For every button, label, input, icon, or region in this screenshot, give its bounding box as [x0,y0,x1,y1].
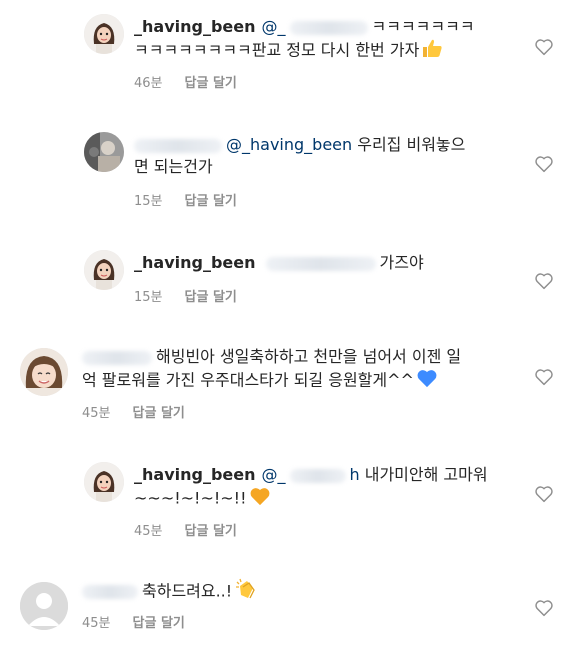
thumbs-up-icon [421,38,443,64]
reply-button[interactable]: 답글 달기 [185,524,237,539]
comment-text: 축하드려요..! [82,578,258,606]
comment-meta: 45분 답글 달기 [82,612,185,631]
reply-button[interactable]: 답글 달기 [185,76,237,91]
username[interactable]: _having_been [134,253,256,272]
username[interactable]: _having_been [134,465,256,484]
timestamp: 15분 [134,290,163,305]
comment-meta: 45분 답글 달기 [134,520,237,539]
redacted-username [82,585,138,599]
mention[interactable]: @_ [262,465,286,484]
redacted-text [265,256,376,271]
comment-meta: 15분 답글 달기 [134,190,237,209]
timestamp: 45분 [82,406,111,421]
comment-text: _having_been 가즈야 [134,253,424,272]
timestamp: 15분 [134,194,163,209]
heart-icon[interactable] [534,155,554,173]
avatar[interactable] [20,582,68,630]
reply-button[interactable]: 답글 달기 [133,616,185,631]
heart-icon[interactable] [534,599,554,617]
avatar[interactable] [84,14,124,54]
clapping-hands-icon [234,578,258,606]
mention[interactable]: @_having_been [226,135,352,154]
reply-button[interactable]: 답글 달기 [133,406,185,421]
comment-meta: 45분 답글 달기 [82,402,185,421]
avatar[interactable] [20,348,68,396]
reply-button[interactable]: 답글 달기 [185,290,237,305]
redacted-username [82,350,152,365]
blue-heart-icon [416,368,438,394]
avatar[interactable] [84,250,124,290]
comment-text: @_having_been 우리집 비워놓으 면 되는건가 [134,135,466,176]
comment-meta: 15분 답글 달기 [134,286,237,305]
orange-heart-icon [249,486,271,512]
heart-icon[interactable] [534,38,554,56]
redacted-text [289,20,368,35]
comment-text: _having_been @_ h 내가미안해 고마워 ~~~!~!~!~!! [134,464,488,512]
heart-icon[interactable] [534,272,554,290]
timestamp: 45분 [134,524,163,539]
mention[interactable]: @_ [262,17,286,36]
heart-icon[interactable] [534,368,554,386]
comment-text: _having_been @_ ㅋㅋㅋㅋㅋㅋㅋ ㅋㅋㅋㅋㅋㅋㅋㅋ판교 정모 다시 한… [134,16,475,64]
comment-text: 해빙빈아 생일축하하고 천만을 넘어서 이젠 일 억 팔로워를 가진 우주대스타… [82,346,461,394]
redacted-text [289,468,346,483]
reply-button[interactable]: 답글 달기 [185,194,237,209]
avatar[interactable] [84,462,124,502]
timestamp: 45분 [82,616,111,631]
username[interactable]: _having_been [134,17,256,36]
redacted-username [134,138,222,153]
avatar[interactable] [84,132,124,172]
heart-icon[interactable] [534,485,554,503]
timestamp: 46분 [134,76,163,91]
comment-meta: 46분 답글 달기 [134,72,237,91]
